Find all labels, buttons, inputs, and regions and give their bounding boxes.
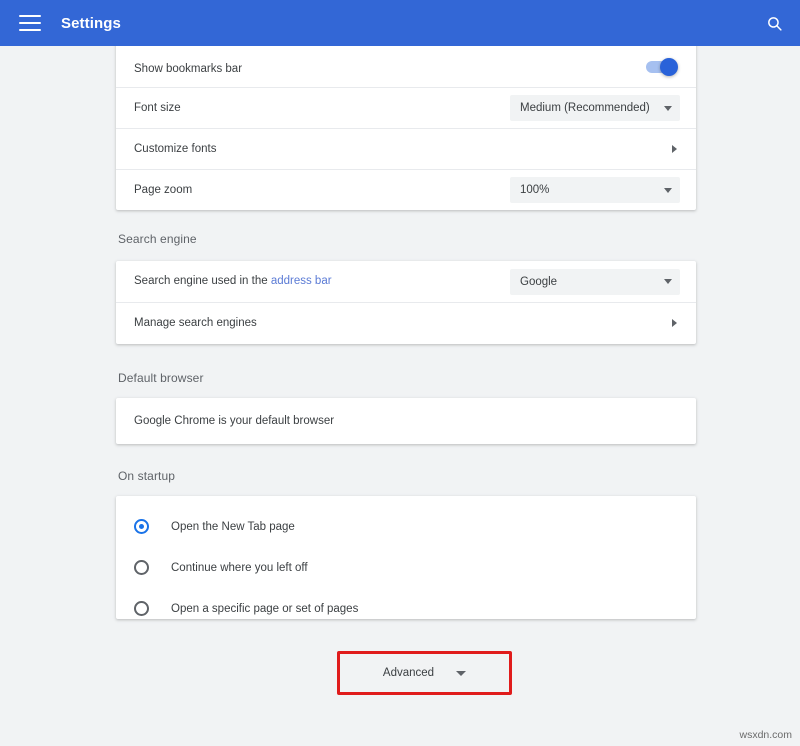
row-label-prefix: Search engine used in the (134, 275, 271, 287)
page-title: Settings (61, 15, 121, 32)
watermark: wsxdn.com (739, 729, 792, 741)
hamburger-line (19, 29, 41, 31)
search-engine-select[interactable]: Google (510, 269, 680, 295)
radio-button[interactable] (134, 560, 149, 575)
address-bar-link[interactable]: address bar (271, 275, 332, 287)
show-bookmarks-bar-toggle[interactable] (646, 61, 676, 73)
row-label: Customize fonts (134, 142, 672, 157)
hamburger-menu-icon[interactable] (19, 15, 41, 31)
default-browser-card: Google Chrome is your default browser (116, 398, 696, 444)
app-header: Settings (0, 0, 800, 46)
hamburger-line (19, 15, 41, 17)
startup-option-label: Open a specific page or set of pages (171, 603, 358, 615)
row-label: Page zoom (134, 183, 510, 198)
font-size-value: Medium (Recommended) (520, 102, 650, 114)
toggle-knob (660, 58, 678, 76)
chevron-right-icon[interactable] (672, 145, 677, 153)
page-zoom-value: 100% (520, 184, 549, 196)
appearance-card: Show bookmarks bar Font size Medium (Rec… (116, 40, 696, 210)
row-manage-search-engines[interactable]: Manage search engines (116, 302, 696, 343)
chevron-right-icon[interactable] (672, 319, 677, 327)
row-show-bookmarks-bar[interactable]: Show bookmarks bar (116, 40, 696, 87)
row-label: Show bookmarks bar (134, 62, 646, 77)
search-engine-value: Google (520, 276, 557, 288)
row-customize-fonts[interactable]: Customize fonts (116, 128, 696, 169)
row-font-size[interactable]: Font size Medium (Recommended) (116, 87, 696, 128)
radio-button[interactable] (134, 601, 149, 616)
startup-option-label: Continue where you left off (171, 562, 308, 574)
section-title-on-startup: On startup (118, 469, 175, 483)
row-label: Search engine used in the address bar (134, 274, 510, 289)
startup-option-specific-page[interactable]: Open a specific page or set of pages (116, 588, 696, 629)
default-browser-status-text: Google Chrome is your default browser (134, 414, 680, 429)
row-label: Manage search engines (134, 316, 672, 331)
row-page-zoom[interactable]: Page zoom 100% (116, 169, 696, 210)
startup-option-label: Open the New Tab page (171, 521, 295, 533)
on-startup-card: Open the New Tab page Continue where you… (116, 496, 696, 619)
chevron-down-icon (456, 671, 466, 676)
settings-scroll-area[interactable]: Show bookmarks bar Font size Medium (Rec… (0, 46, 800, 746)
chevron-down-icon (664, 106, 672, 111)
section-title-search-engine: Search engine (118, 232, 197, 246)
advanced-label: Advanced (383, 667, 434, 679)
section-title-default-browser: Default browser (118, 371, 204, 385)
font-size-select[interactable]: Medium (Recommended) (510, 95, 680, 121)
startup-option-continue[interactable]: Continue where you left off (116, 547, 696, 588)
search-engine-card: Search engine used in the address bar Go… (116, 261, 696, 344)
chevron-down-icon (664, 188, 672, 193)
page-zoom-select[interactable]: 100% (510, 177, 680, 203)
row-label: Font size (134, 101, 510, 116)
chevron-down-icon (664, 279, 672, 284)
hamburger-line (19, 22, 41, 24)
search-icon[interactable] (758, 7, 790, 39)
startup-option-new-tab[interactable]: Open the New Tab page (116, 506, 696, 547)
radio-button[interactable] (134, 519, 149, 534)
row-search-engine-used[interactable]: Search engine used in the address bar Go… (116, 261, 696, 302)
advanced-button[interactable]: Advanced (337, 651, 512, 695)
row-default-browser-status: Google Chrome is your default browser (116, 398, 696, 444)
